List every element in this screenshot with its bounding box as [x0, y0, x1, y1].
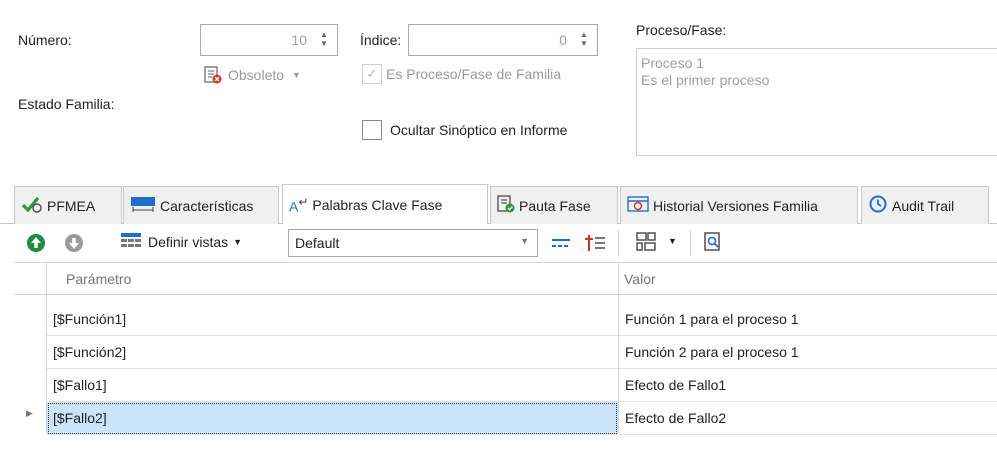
- definir-vistas-label: Definir vistas: [148, 233, 229, 250]
- table-row-param[interactable]: [$Fallo1]: [47, 369, 618, 402]
- spin-down-icon[interactable]: ▼: [319, 39, 329, 48]
- ocultar-sinoptico-label: Ocultar Sinóptico en Informe: [390, 122, 568, 138]
- tab-palabras-clave-fase[interactable]: A↵ Palabras Clave Fase: [282, 184, 488, 224]
- ocultar-sinoptico-checkbox[interactable]: [362, 120, 382, 140]
- layout-icon[interactable]: [636, 232, 656, 255]
- tab-strip: PFMEA Características A↵ Palabras Clave …: [0, 184, 997, 224]
- tab-caracteristicas[interactable]: Características: [123, 186, 279, 224]
- estado-value: Obsoleto: [228, 67, 285, 83]
- spin-up-icon[interactable]: ▲: [319, 30, 329, 39]
- move-up-icon[interactable]: [26, 233, 46, 256]
- numero-spin-input[interactable]: 10 ▲ ▼: [200, 24, 338, 56]
- column-header-valor[interactable]: Valor: [624, 271, 656, 287]
- checklist-icon: [497, 195, 515, 216]
- table-row-param[interactable]: [$Función2]: [47, 336, 618, 369]
- proceso-fase-memo[interactable]: Proceso 1 Es el primer proceso: [636, 48, 997, 156]
- pfmea-icon: [21, 195, 43, 216]
- table-row-valor[interactable]: Función 2 para el proceso 1: [619, 336, 997, 369]
- toolbar-separator: [690, 230, 691, 256]
- obsolete-status-icon: [204, 66, 222, 84]
- chevron-down-icon[interactable]: ▼: [520, 236, 529, 246]
- spin-down-icon[interactable]: ▼: [579, 39, 589, 48]
- print-preview-icon[interactable]: [704, 232, 722, 255]
- numero-value: 10: [291, 32, 307, 48]
- es-proceso-checkbox-row[interactable]: ✓ Es Proceso/Fase de Familia: [362, 64, 561, 84]
- tab-pfmea-label: PFMEA: [47, 197, 96, 214]
- audit-trail-icon: [868, 194, 888, 217]
- numero-label: Número:: [18, 32, 72, 48]
- es-proceso-checkbox[interactable]: ✓: [362, 64, 382, 84]
- proceso-line-2: Es el primer proceso: [641, 72, 770, 88]
- tab-historial-versiones-familia[interactable]: Historial Versiones Familia: [620, 186, 858, 224]
- keywords-grid: Parámetro Valor [$Función1] Función 1 pa…: [14, 262, 997, 442]
- grid-header: [14, 263, 997, 295]
- table-row-valor[interactable]: Efecto de Fallo1: [619, 369, 997, 402]
- indice-spin-arrows[interactable]: ▲ ▼: [579, 30, 589, 50]
- history-icon: [627, 195, 649, 216]
- estado-dropdown[interactable]: Obsoleto ▼: [204, 64, 301, 86]
- keywords-icon: A↵: [289, 194, 309, 215]
- dropdown-arrow-icon: ▼: [233, 236, 243, 247]
- collapse-all-icon[interactable]: [550, 235, 572, 254]
- tab-pfmea[interactable]: PFMEA: [14, 186, 122, 224]
- es-proceso-label: Es Proceso/Fase de Familia: [386, 66, 562, 82]
- view-combo[interactable]: Default ▼: [288, 229, 538, 257]
- chevron-down-icon[interactable]: ▼: [668, 236, 677, 246]
- column-header-parametro[interactable]: Parámetro: [66, 271, 131, 287]
- estado-familia-label: Estado Familia:: [18, 96, 115, 112]
- move-down-icon[interactable]: [64, 233, 84, 256]
- ocultar-sinoptico-row[interactable]: Ocultar Sinóptico en Informe: [362, 120, 567, 140]
- toolbar-separator: [618, 230, 619, 256]
- grid-toolbar: Definir vistas ▼ Default ▼ ▼: [14, 226, 997, 260]
- proceso-line-1: Proceso 1: [641, 55, 705, 71]
- table-row-valor[interactable]: Efecto de Fallo2: [619, 402, 997, 435]
- tab-pauta-fase[interactable]: Pauta Fase: [490, 186, 618, 224]
- indice-label: Índice:: [360, 32, 402, 48]
- indice-spin-input[interactable]: 0 ▲ ▼: [408, 24, 598, 56]
- tab-audit-trail-label: Audit Trail: [892, 197, 955, 214]
- spin-up-icon[interactable]: ▲: [579, 30, 589, 39]
- row-indicator-icon: ▶: [26, 408, 33, 418]
- table-row-param[interactable]: [$Fallo2]: [47, 402, 618, 435]
- chevron-down-icon: ▼: [292, 70, 301, 80]
- tab-pauta-fase-label: Pauta Fase: [519, 197, 591, 214]
- proceso-fase-label: Proceso/Fase:: [636, 22, 727, 38]
- tab-historial-label: Historial Versiones Familia: [653, 197, 818, 214]
- view-combo-value: Default: [295, 235, 340, 251]
- tab-audit-trail[interactable]: Audit Trail: [861, 186, 989, 224]
- definir-vistas-button[interactable]: Definir vistas ▼: [120, 232, 242, 251]
- table-row-param[interactable]: [$Función1]: [47, 303, 618, 336]
- table-row-valor[interactable]: Función 1 para el proceso 1: [619, 303, 997, 336]
- characteristics-icon: [130, 195, 156, 216]
- views-grid-icon: [120, 232, 142, 251]
- numero-spin-arrows[interactable]: ▲ ▼: [319, 30, 329, 50]
- tab-caracteristicas-label: Características: [160, 197, 254, 214]
- tab-palabras-clave-fase-label: Palabras Clave Fase: [312, 196, 443, 213]
- expand-all-icon[interactable]: [584, 233, 606, 256]
- indice-value: 0: [559, 32, 567, 48]
